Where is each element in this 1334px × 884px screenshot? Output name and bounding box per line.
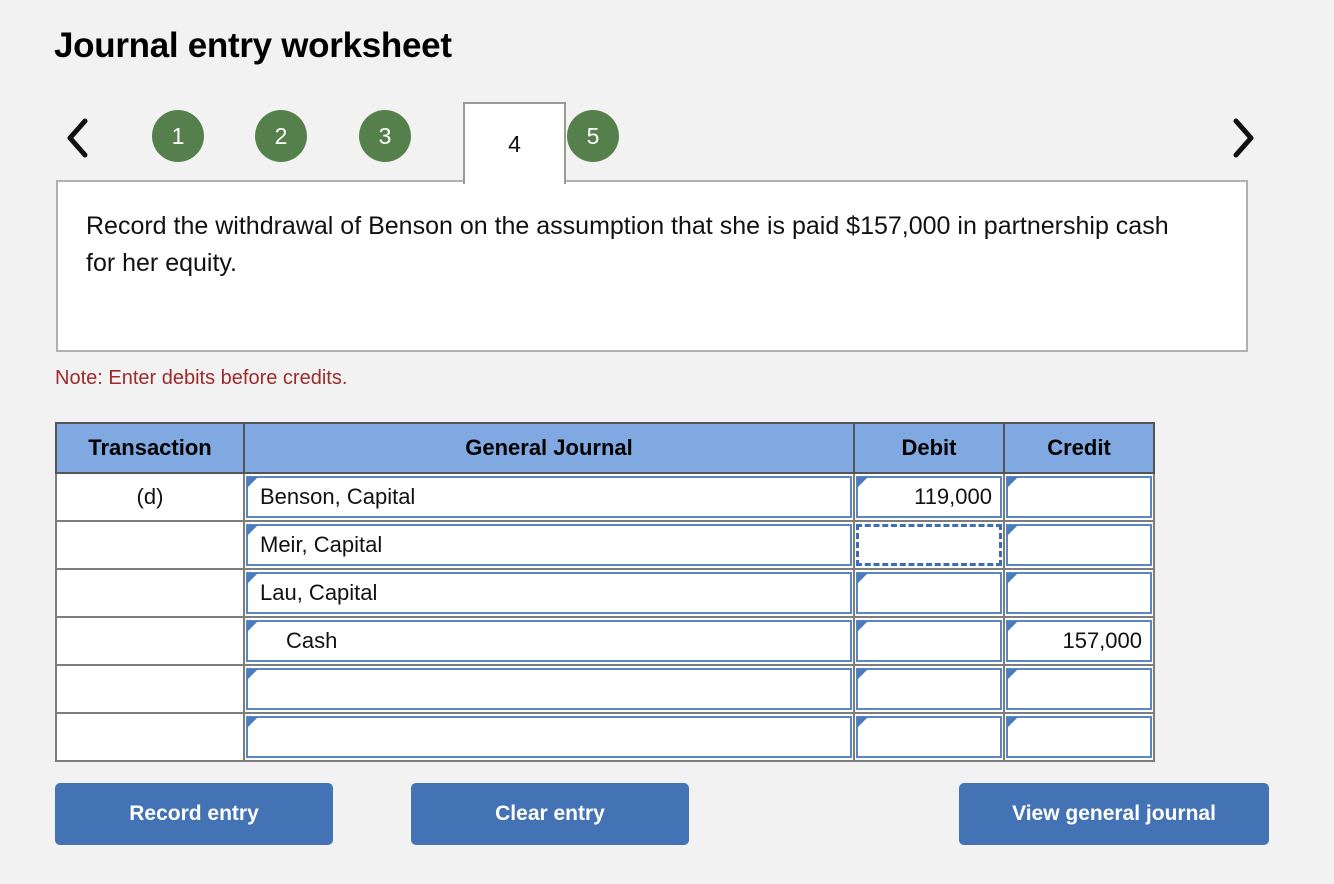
dropdown-marker-icon — [1007, 621, 1018, 632]
credit-cell — [1004, 473, 1154, 521]
debit-cell — [854, 713, 1004, 761]
credit-input[interactable] — [1006, 524, 1152, 566]
dropdown-marker-icon — [247, 477, 258, 488]
debit-cell: 119,000 — [854, 473, 1004, 521]
credit-input[interactable] — [1006, 476, 1152, 518]
general-journal-cell — [244, 665, 854, 713]
debit-input[interactable] — [856, 572, 1002, 614]
account-name: Lau, Capital — [260, 580, 377, 606]
account-select[interactable]: Lau, Capital — [246, 572, 852, 614]
transaction-cell — [56, 713, 244, 761]
credit-value: 157,000 — [1062, 628, 1142, 654]
column-header-transaction: Transaction — [56, 423, 244, 473]
account-name: Benson, Capital — [260, 484, 415, 510]
column-header-debit: Debit — [854, 423, 1004, 473]
transaction-cell — [56, 665, 244, 713]
table-row — [56, 665, 1154, 713]
debit-cell — [854, 569, 1004, 617]
transaction-cell — [56, 569, 244, 617]
journal-entry-worksheet-page: Journal entry worksheet 1 2 3 4 5 — [0, 0, 1334, 884]
dropdown-marker-icon — [247, 621, 258, 632]
step-tab-1[interactable]: 1 — [152, 110, 204, 162]
account-select[interactable] — [246, 716, 852, 758]
view-general-journal-button[interactable]: View general journal — [959, 783, 1269, 845]
dropdown-marker-icon — [247, 717, 258, 728]
column-header-credit: Credit — [1004, 423, 1154, 473]
general-journal-cell: Lau, Capital — [244, 569, 854, 617]
journal-entry-table: Transaction General Journal Debit Credit… — [55, 422, 1155, 762]
credit-cell — [1004, 713, 1154, 761]
debit-cell — [854, 521, 1004, 569]
general-journal-cell: Meir, Capital — [244, 521, 854, 569]
dropdown-marker-icon — [1007, 573, 1018, 584]
step-tab-label: 1 — [172, 123, 185, 150]
dropdown-marker-icon — [247, 525, 258, 536]
step-tab-5[interactable]: 5 — [567, 110, 619, 162]
general-journal-cell — [244, 713, 854, 761]
table-row: Meir, Capital — [56, 521, 1154, 569]
step-tab-label: 5 — [587, 123, 600, 150]
credit-cell — [1004, 521, 1154, 569]
dropdown-marker-icon — [857, 717, 868, 728]
dropdown-marker-icon — [857, 669, 868, 680]
dropdown-marker-icon — [1007, 669, 1018, 680]
page-title: Journal entry worksheet — [54, 26, 452, 66]
step-tab-label: 4 — [508, 131, 521, 158]
clear-entry-button[interactable]: Clear entry — [411, 783, 689, 845]
transaction-cell — [56, 521, 244, 569]
account-name: Cash — [286, 628, 337, 654]
instruction-text: Record the withdrawal of Benson on the a… — [86, 208, 1176, 282]
column-header-general-journal: General Journal — [244, 423, 854, 473]
dropdown-marker-icon — [247, 669, 258, 680]
transaction-cell — [56, 617, 244, 665]
dropdown-marker-icon — [857, 477, 868, 488]
transaction-cell: (d) — [56, 473, 244, 521]
step-tab-2[interactable]: 2 — [255, 110, 307, 162]
general-journal-cell: Benson, Capital — [244, 473, 854, 521]
credit-input[interactable] — [1006, 716, 1152, 758]
debit-cell — [854, 617, 1004, 665]
debit-value: 119,000 — [914, 484, 992, 510]
debit-cell — [854, 665, 1004, 713]
step-tab-4-active[interactable]: 4 — [463, 102, 566, 184]
credit-cell — [1004, 665, 1154, 713]
debit-input[interactable] — [856, 524, 1002, 566]
worksheet-step-nav: 1 2 3 4 5 — [54, 100, 1266, 182]
step-tab-3[interactable]: 3 — [359, 110, 411, 162]
table-row: Lau, Capital — [56, 569, 1154, 617]
debits-before-credits-note: Note: Enter debits before credits. — [55, 367, 347, 390]
account-name: Meir, Capital — [260, 532, 382, 558]
table-row: Cash 157,000 — [56, 617, 1154, 665]
dropdown-marker-icon — [857, 573, 868, 584]
dropdown-marker-icon — [857, 621, 868, 632]
credit-cell: 157,000 — [1004, 617, 1154, 665]
dropdown-marker-icon — [1007, 525, 1018, 536]
account-select[interactable] — [246, 668, 852, 710]
debit-input[interactable] — [856, 620, 1002, 662]
debit-input[interactable] — [856, 716, 1002, 758]
table-row: (d) Benson, Capital 119,000 — [56, 473, 1154, 521]
credit-input[interactable] — [1006, 572, 1152, 614]
step-tab-label: 3 — [379, 123, 392, 150]
debit-input[interactable] — [856, 668, 1002, 710]
dropdown-marker-icon — [1007, 477, 1018, 488]
record-entry-button[interactable]: Record entry — [55, 783, 333, 845]
general-journal-cell: Cash — [244, 617, 854, 665]
credit-cell — [1004, 569, 1154, 617]
account-select[interactable]: Meir, Capital — [246, 524, 852, 566]
credit-input[interactable] — [1006, 668, 1152, 710]
chevron-right-icon[interactable] — [1220, 108, 1266, 168]
account-select[interactable]: Cash — [246, 620, 852, 662]
table-header-row: Transaction General Journal Debit Credit — [56, 423, 1154, 473]
step-tab-label: 2 — [275, 123, 288, 150]
dropdown-marker-icon — [247, 573, 258, 584]
debit-input[interactable]: 119,000 — [856, 476, 1002, 518]
account-select[interactable]: Benson, Capital — [246, 476, 852, 518]
table-row — [56, 713, 1154, 761]
dropdown-marker-icon — [1007, 717, 1018, 728]
instruction-panel: Record the withdrawal of Benson on the a… — [56, 180, 1248, 352]
credit-input[interactable]: 157,000 — [1006, 620, 1152, 662]
chevron-left-icon[interactable] — [54, 108, 100, 168]
